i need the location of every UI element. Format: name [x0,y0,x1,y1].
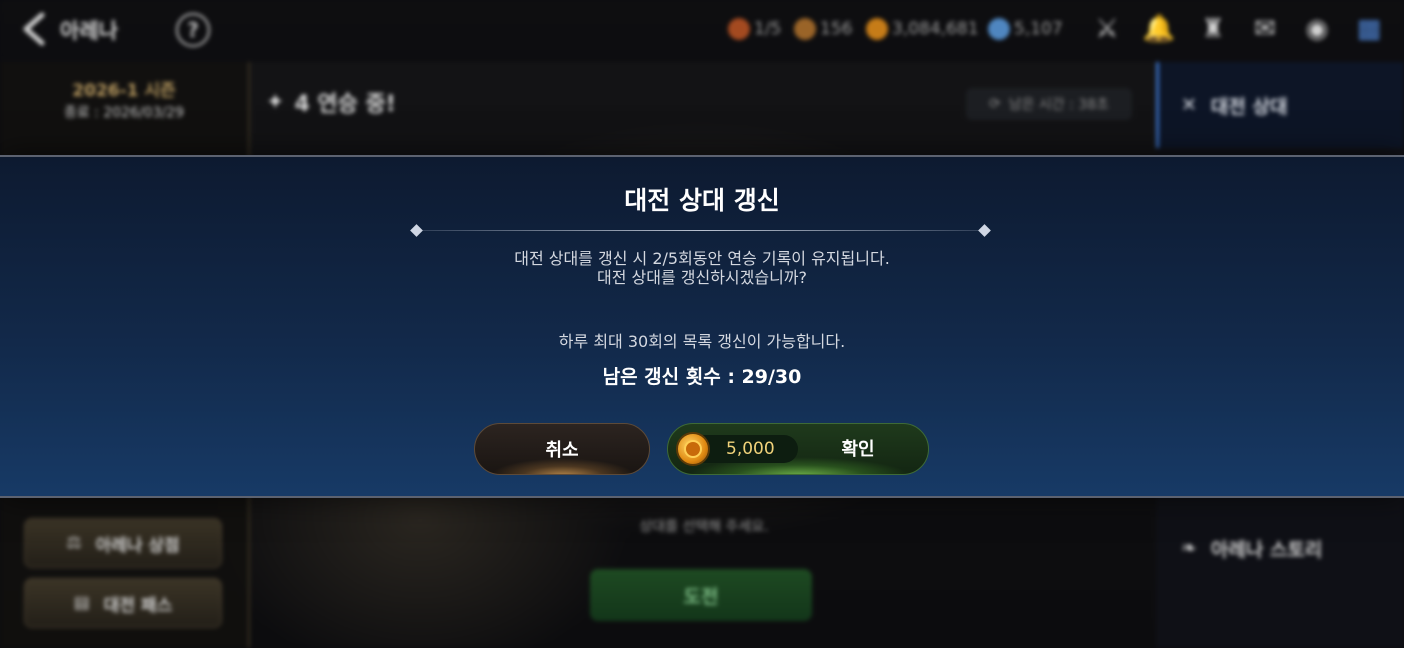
dialog-message-line2: 대전 상대를 갱신하시겠습니까? [596,268,808,287]
divider-ornament-left [410,224,423,237]
bell-icon[interactable]: 🔔 [1142,12,1176,46]
win-streak: ✦ 4 연승 중! [266,86,396,118]
chat-icon[interactable]: ◉ [1300,12,1334,46]
book-icon: ❧ [1181,537,1197,559]
resource-ticket: 1/5 [728,18,781,40]
refresh-opponents-dialog: 대전 상대 갱신 대전 상대를 갱신 시 2/5회동안 연승 기록이 유지됩니다… [0,155,1404,498]
mail-icon[interactable]: ✉ [1248,12,1282,46]
tab-arena-story-label: 아레나 스토리 [1210,538,1323,561]
arena-shop-label: 아레나 상점 [95,535,180,556]
resource-gem-value: 5,107 [1014,19,1063,39]
help-icon[interactable]: ? [176,13,210,47]
refresh-timer: ⟳ 남은 시간 : 38초 [966,88,1132,120]
arena-shop-button[interactable]: ⚖ 아레나 상점 [24,518,222,568]
confirm-button[interactable]: 5,000 확인 [667,423,929,475]
win-streak-label: 4 연승 중! [294,92,396,117]
refresh-timer-label: 남은 시간 : 38초 [1008,97,1110,113]
divider-ornament-right [978,224,991,237]
page-title: 아레나 [60,19,118,43]
confirm-label: 확인 [841,439,875,460]
battle-pass-label: 대전 패스 [103,595,173,616]
resource-gem: 5,107 [988,18,1063,40]
cancel-button[interactable]: 취소 [474,423,650,475]
cost-value: 5,000 [726,439,775,459]
tab-opponents-label: 대전 상대 [1210,95,1288,118]
challenge-button[interactable]: 도전 [590,569,812,621]
tab-arena-story[interactable]: ❧ 아레나 스토리 [1156,518,1404,578]
battle-pass-button[interactable]: ▤ 대전 패스 [24,578,222,628]
back-icon[interactable] [18,12,52,46]
menu-grid-icon[interactable]: ▦ [1352,12,1386,46]
resource-gold-value: 3,084,681 [892,19,979,39]
resource-ticket-value: 1/5 [754,19,782,39]
dialog-message-line1: 대전 상대를 갱신 시 2/5회동안 연승 기록이 유지됩니다. [514,249,890,268]
gold-coin-icon [676,432,710,466]
gold-icon [866,18,888,40]
ticket-icon [728,18,750,40]
season-label: 2026-1 시즌 [72,81,176,101]
dialog-title: 대전 상대 갱신 [624,186,780,215]
remaining-refreshes: 남은 갱신 횟수 : 29/30 [602,366,802,388]
resource-trophy-value: 156 [820,19,853,39]
title-divider [416,230,988,231]
battle-icon[interactable]: ⚔ [1090,12,1124,46]
scale-icon: ⚖ [66,533,82,553]
season-end-label: 종료 : 2026/03/29 [63,105,185,121]
gem-icon [988,18,1010,40]
guild-icon[interactable]: ♜ [1196,12,1230,46]
resource-trophy: 156 [794,18,852,40]
refresh-icon: ⟳ [988,96,1001,112]
tab-opponents[interactable]: ✕ 대전 상대 [1156,62,1404,148]
sparkle-icon: ✦ [266,89,285,115]
resource-gold: 3,084,681 [866,18,979,40]
select-hint: 상대를 선택해 주세요. [639,519,769,535]
trophy-icon [794,18,816,40]
daily-limit-text: 하루 최대 30회의 목록 갱신이 가능합니다. [558,332,846,351]
crossed-swords-icon: ✕ [1181,94,1197,116]
pass-icon: ▤ [73,593,90,613]
top-bar: 아레나 ? 1/5 156 3,084,681 5,107 ⚔ 🔔 ♜ ✉ ◉ … [0,0,1404,62]
